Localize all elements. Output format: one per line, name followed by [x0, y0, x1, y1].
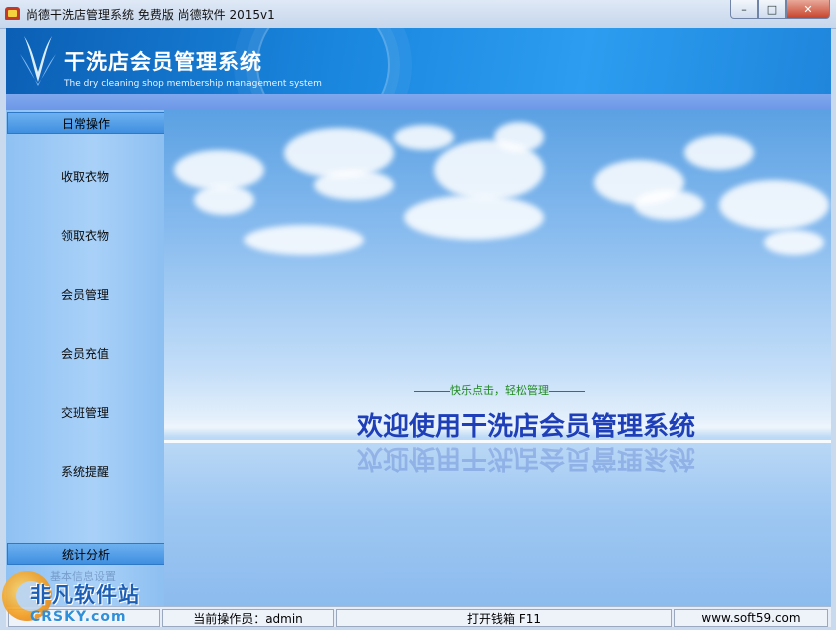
- banner-strip: [6, 94, 831, 110]
- watermark-domain: CRSKY.com: [30, 609, 127, 625]
- cloud-decoration: [314, 170, 394, 200]
- slogan: 快乐点击，轻松管理: [414, 382, 585, 398]
- slogan-line-left: [414, 390, 450, 392]
- banner-title: 干洗店会员管理系统: [64, 50, 262, 74]
- cloud-decoration: [394, 125, 454, 150]
- menu-item-receive-clothes[interactable]: 收取衣物: [6, 161, 164, 191]
- app-icon[interactable]: [5, 7, 20, 20]
- menu-item-pickup-clothes[interactable]: 领取衣物: [6, 220, 164, 250]
- minimize-button[interactable]: –: [730, 0, 758, 19]
- watermark: 非凡软件站 CRSKY.com: [0, 565, 165, 630]
- banner-subtitle: The dry cleaning shop membership managem…: [64, 79, 322, 89]
- logo-icon: [20, 36, 56, 86]
- status-website: www.soft59.com: [674, 609, 828, 627]
- cloud-decoration: [404, 195, 544, 240]
- cloud-decoration: [194, 185, 254, 215]
- welcome-reflection: 欢迎使用干洗店会员管理系统: [357, 443, 696, 473]
- close-button[interactable]: ✕: [786, 0, 830, 19]
- cloud-decoration: [719, 180, 829, 230]
- window-title: 尚德干洗店管理系统 免费版 尚德软件 2015v1: [26, 8, 275, 22]
- cloud-decoration: [174, 150, 264, 190]
- header-banner: 干洗店会员管理系统 The dry cleaning shop membersh…: [6, 28, 831, 94]
- title-bar[interactable]: 尚德干洗店管理系统 免费版 尚德软件 2015v1 – □ ✕: [0, 0, 836, 29]
- menu-item-system-reminder[interactable]: 系统提醒: [6, 456, 164, 486]
- window-controls: – □ ✕: [730, 0, 830, 20]
- section-header-daily[interactable]: 日常操作: [7, 112, 164, 134]
- welcome-text: 欢迎使用干洗店会员管理系统: [357, 412, 696, 442]
- cloud-decoration: [244, 225, 364, 255]
- cloud-decoration: [634, 190, 704, 220]
- section-header-statistics[interactable]: 统计分析: [7, 543, 164, 565]
- menu-item-member-management[interactable]: 会员管理: [6, 279, 164, 309]
- main-content: 快乐点击，轻松管理 欢迎使用干洗店会员管理系统 欢迎使用干洗店会员管理系统: [164, 110, 831, 606]
- menu-item-member-recharge[interactable]: 会员充值: [6, 338, 164, 368]
- sidebar: 日常操作 收取衣物 领取衣物 会员管理 会员充值 交班管理 系统提醒 统计分析 …: [6, 110, 165, 606]
- cloud-decoration: [684, 135, 754, 170]
- cloud-decoration: [494, 122, 544, 152]
- status-operator: 当前操作员：admin: [162, 609, 334, 627]
- watermark-name: 非凡软件站: [30, 583, 140, 607]
- slogan-line-right: [549, 390, 585, 392]
- maximize-button[interactable]: □: [758, 0, 786, 19]
- slogan-text: 快乐点击，轻松管理: [450, 384, 549, 397]
- menu-item-shift-handover[interactable]: 交班管理: [6, 397, 164, 427]
- cloud-decoration: [764, 230, 824, 255]
- status-cash-drawer[interactable]: 打开钱箱 F11: [336, 609, 672, 627]
